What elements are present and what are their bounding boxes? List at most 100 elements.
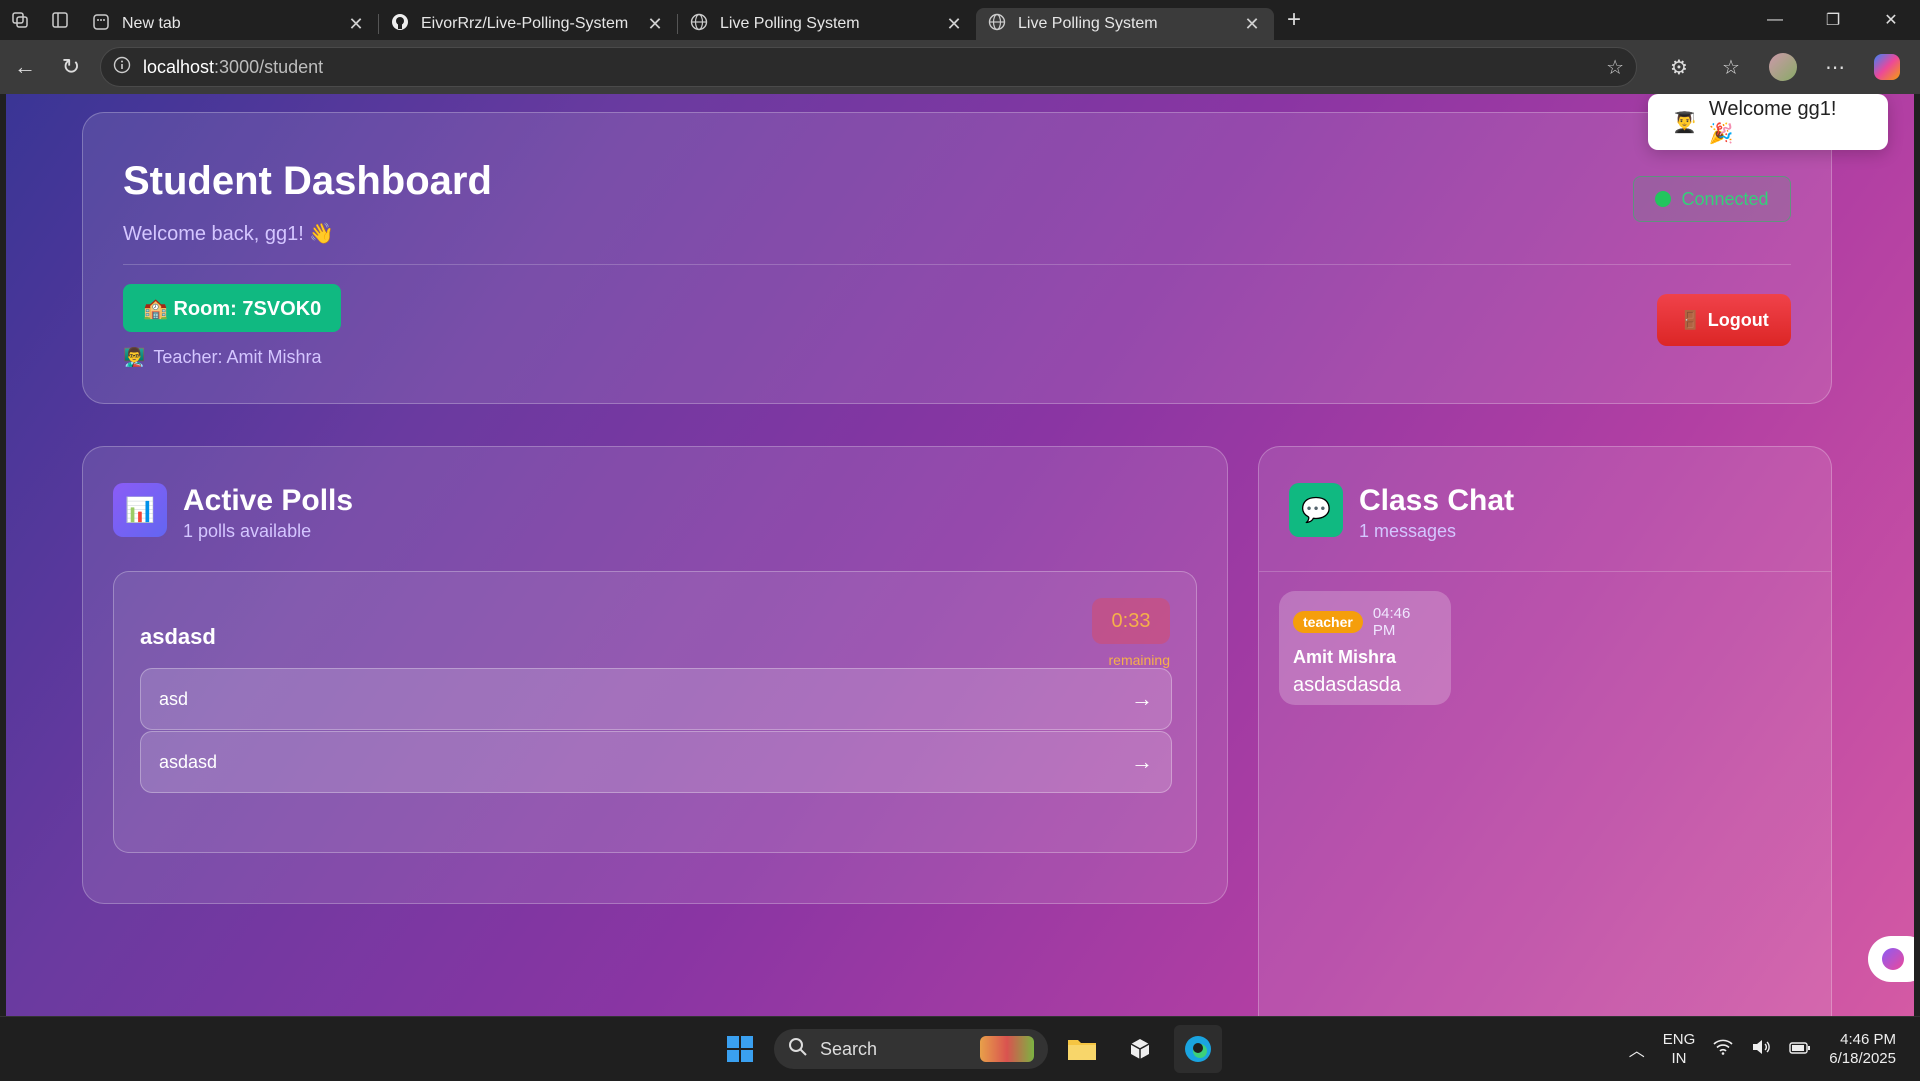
door-icon: 🚪 bbox=[1679, 309, 1702, 330]
student-icon: 👨‍🎓 bbox=[1672, 111, 1697, 134]
favorites-icon[interactable]: ☆ bbox=[1706, 44, 1756, 90]
chat-count: 1 messages bbox=[1359, 521, 1457, 541]
polls-title: Active Polls bbox=[183, 484, 354, 517]
tab-live-polling-1[interactable]: Live Polling System ✕ bbox=[678, 8, 976, 40]
url-field[interactable]: localhost:3000/student ☆ bbox=[100, 47, 1637, 87]
url-path: :3000/student bbox=[214, 56, 324, 77]
bar-chart-icon: 📊 bbox=[113, 483, 167, 537]
polls-count: 1 polls available bbox=[183, 521, 312, 541]
file-explorer-icon[interactable] bbox=[1058, 1025, 1106, 1073]
lang-code: ENG bbox=[1662, 1031, 1696, 1048]
welcome-text: Welcome back, gg1! 👋 bbox=[123, 223, 335, 245]
class-chat-card: 💬 Class Chat 1 messages teacher 04:46 PM… bbox=[1258, 446, 1832, 1016]
language-indicator[interactable]: ENG IN bbox=[1663, 1030, 1696, 1068]
edge-browser-icon[interactable] bbox=[1174, 1025, 1222, 1073]
browser-tab-bar: New tab ✕ EivorRrz/Live-Polling-System ✕… bbox=[0, 0, 1920, 40]
window-controls: — ❐ ✕ bbox=[1746, 0, 1920, 40]
system-tray: ︿ ENG IN 4:46 PM 6/18/2025 bbox=[1629, 1017, 1920, 1081]
logout-button[interactable]: 🚪 Logout bbox=[1657, 294, 1791, 346]
back-icon[interactable]: ← bbox=[2, 44, 48, 90]
arrow-right-icon: → bbox=[1131, 749, 1153, 774]
newtab-icon bbox=[92, 13, 110, 36]
status-label: Connected bbox=[1681, 188, 1769, 209]
chat-title: Class Chat bbox=[1359, 484, 1515, 517]
close-icon[interactable]: ✕ bbox=[346, 14, 366, 35]
tab-label: Live Polling System bbox=[720, 15, 860, 32]
teacher-label: Teacher: Amit Mishra bbox=[153, 347, 322, 367]
taskbar-clock[interactable]: 4:46 PM 6/18/2025 bbox=[1829, 1030, 1896, 1068]
clock-date: 6/18/2025 bbox=[1829, 1050, 1896, 1067]
dashboard-header-card: Student Dashboard Welcome back, gg1! 👋 C… bbox=[82, 112, 1832, 404]
close-icon[interactable]: ✕ bbox=[1242, 14, 1262, 35]
poll-question: asdasd bbox=[140, 624, 216, 649]
tab-label: Live Polling System bbox=[1018, 15, 1158, 32]
globe-icon bbox=[690, 13, 708, 36]
option-label: asd bbox=[159, 688, 189, 709]
taskbar-apps: Search bbox=[716, 1025, 1222, 1073]
active-polls-card: 📊 Active Polls 1 polls available asdasd … bbox=[82, 446, 1228, 904]
globe-icon bbox=[988, 13, 1006, 36]
poll-option[interactable]: asd → bbox=[140, 668, 1172, 730]
tab-github[interactable]: EivorRrz/Live-Polling-System ✕ bbox=[379, 8, 677, 40]
volume-icon[interactable] bbox=[1751, 1039, 1771, 1059]
role-badge: teacher bbox=[1293, 611, 1363, 633]
github-icon bbox=[391, 13, 409, 36]
close-window-icon[interactable]: ✕ bbox=[1862, 0, 1920, 40]
arrow-right-icon: → bbox=[1131, 686, 1153, 711]
chevron-up-icon[interactable]: ︿ bbox=[1629, 1037, 1645, 1061]
teacher-icon: 👨‍🏫 bbox=[123, 347, 146, 367]
more-menu-icon[interactable]: ⋯ bbox=[1810, 44, 1860, 90]
poll-option[interactable]: asdasd → bbox=[140, 731, 1172, 793]
poll-card: asdasd 0:33 remaining asd → asdasd → bbox=[113, 571, 1197, 853]
windows-taskbar: Search ︿ ENG IN 4:46 PM 6/18/2025 bbox=[0, 1016, 1920, 1080]
logout-label: Logout bbox=[1707, 309, 1769, 330]
assistant-floating-button[interactable] bbox=[1868, 936, 1914, 982]
app-icon[interactable] bbox=[1116, 1025, 1164, 1073]
teacher-info: 👨‍🏫 Teacher: Amit Mishra bbox=[123, 347, 321, 368]
toast-text: Welcome gg1! 🎉 bbox=[1708, 98, 1837, 145]
status-dot-icon bbox=[1655, 191, 1672, 207]
minimize-icon[interactable]: — bbox=[1746, 0, 1804, 40]
search-label: Search bbox=[820, 1038, 878, 1059]
favorite-star-icon[interactable]: ☆ bbox=[1606, 55, 1624, 80]
site-info-icon[interactable] bbox=[113, 56, 131, 79]
copilot-icon[interactable] bbox=[1862, 44, 1912, 90]
battery-icon[interactable] bbox=[1789, 1041, 1811, 1058]
close-icon[interactable]: ✕ bbox=[944, 14, 964, 35]
search-highlight-icon bbox=[980, 1036, 1034, 1062]
room-label: 🏫 Room: 7SVOK0 bbox=[143, 297, 322, 320]
lang-region: IN bbox=[1671, 1050, 1687, 1067]
page-viewport: Student Dashboard Welcome back, gg1! 👋 C… bbox=[6, 94, 1914, 1016]
chat-message: teacher 04:46 PM Amit Mishra asdasdasda bbox=[1279, 591, 1451, 705]
profile-avatar[interactable] bbox=[1758, 44, 1808, 90]
restore-icon[interactable]: ❐ bbox=[1804, 0, 1862, 40]
extensions-icon[interactable]: ⚙ bbox=[1654, 44, 1704, 90]
connection-status-badge: Connected bbox=[1633, 176, 1791, 222]
workspaces-icon[interactable] bbox=[0, 0, 40, 40]
chat-divider bbox=[1259, 571, 1831, 572]
wifi-icon[interactable] bbox=[1713, 1039, 1733, 1059]
brain-icon bbox=[1882, 948, 1904, 970]
tab-label: New tab bbox=[122, 15, 181, 32]
tab-live-polling-active[interactable]: Live Polling System ✕ bbox=[976, 8, 1274, 40]
timer-label: remaining bbox=[1108, 652, 1170, 668]
chat-header: 💬 Class Chat 1 messages bbox=[1289, 483, 1514, 542]
tab-new-tab[interactable]: New tab ✕ bbox=[80, 8, 378, 40]
poll-timer: 0:33 bbox=[1092, 598, 1170, 644]
option-label: asdasd bbox=[159, 751, 218, 772]
message-text: asdasdasda bbox=[1293, 674, 1401, 696]
new-tab-button[interactable]: + bbox=[1274, 0, 1314, 40]
refresh-icon[interactable]: ↻ bbox=[48, 44, 94, 90]
windows-start-icon[interactable] bbox=[716, 1025, 764, 1073]
header-divider bbox=[123, 264, 1791, 265]
browser-toolbar: ⚙ ☆ ⋯ bbox=[1654, 40, 1920, 94]
room-code-button[interactable]: 🏫 Room: 7SVOK0 bbox=[123, 284, 342, 332]
close-icon[interactable]: ✕ bbox=[645, 14, 665, 35]
welcome-toast: 👨‍🎓 Welcome gg1! 🎉 bbox=[1648, 94, 1888, 150]
taskbar-search[interactable]: Search bbox=[774, 1029, 1048, 1069]
page-scrollbar[interactable] bbox=[1914, 94, 1920, 1016]
vertical-tabs-icon[interactable] bbox=[40, 0, 80, 40]
clock-time: 4:46 PM bbox=[1840, 1031, 1896, 1048]
search-icon bbox=[788, 1037, 808, 1062]
chat-bubble-icon: 💬 bbox=[1289, 483, 1343, 537]
